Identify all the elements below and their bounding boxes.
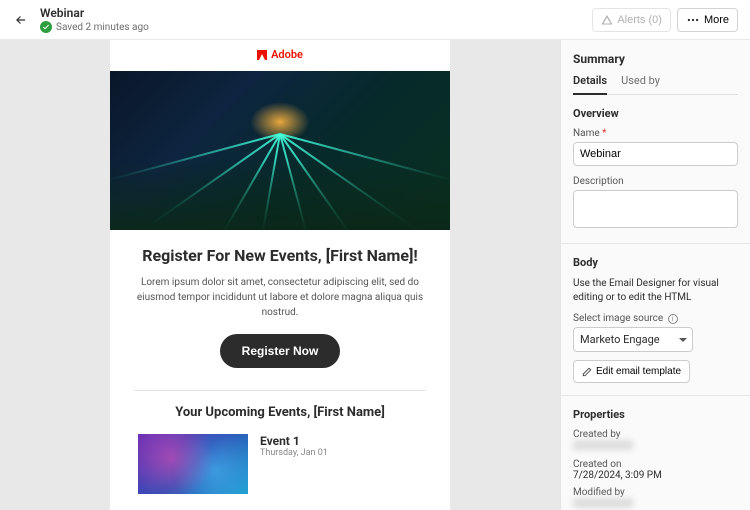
- hero-image: [110, 71, 450, 231]
- alerts-button[interactable]: Alerts (0): [592, 8, 671, 32]
- email-paragraph: Lorem ipsum dolor sit amet, consectetur …: [134, 275, 426, 320]
- info-icon[interactable]: i: [668, 314, 678, 324]
- adobe-icon: [257, 50, 267, 60]
- description-input[interactable]: [573, 190, 738, 228]
- summary-title: Summary: [573, 52, 738, 66]
- canvas-area: Adobe Register For New Events, [First Na…: [0, 40, 560, 510]
- panel-tabs: Details Used by: [573, 74, 738, 95]
- description-field: Description: [573, 176, 738, 231]
- check-icon: [40, 21, 52, 33]
- brand-text: Adobe: [271, 48, 303, 61]
- more-label: More: [704, 14, 729, 26]
- created-on-value: 7/28/2024, 3:09 PM: [573, 470, 738, 481]
- modified-by-label: Modified by: [573, 487, 738, 498]
- divider: [134, 390, 426, 391]
- event-row: Event 1 Thursday, Jan 01: [134, 434, 426, 494]
- main-layout: Adobe Register For New Events, [First Na…: [0, 40, 750, 510]
- image-source-select[interactable]: Marketo Engage: [573, 327, 693, 352]
- more-button[interactable]: More: [677, 8, 738, 32]
- edit-template-label: Edit email template: [596, 366, 681, 377]
- properties-title: Properties: [573, 408, 738, 421]
- body-helptext: Use the Email Designer for visual editin…: [573, 277, 738, 305]
- event-thumbnail: [138, 434, 248, 494]
- upcoming-heading: Your Upcoming Events, [First Name]: [134, 405, 426, 420]
- email-headline: Register For New Events, [First Name]!: [134, 246, 426, 265]
- name-input[interactable]: [573, 142, 738, 166]
- created-by-label: Created by: [573, 429, 738, 440]
- more-icon: [686, 13, 700, 27]
- back-icon[interactable]: [12, 11, 30, 29]
- separator: [561, 243, 750, 244]
- overview-title: Overview: [573, 107, 738, 120]
- email-body: Register For New Events, [First Name]! L…: [110, 230, 450, 510]
- save-status: Saved 2 minutes ago: [40, 21, 582, 33]
- separator-2: [561, 395, 750, 396]
- created-by-value: [573, 440, 738, 453]
- description-label: Description: [573, 176, 738, 187]
- body-title: Body: [573, 256, 738, 269]
- register-button[interactable]: Register Now: [220, 334, 341, 368]
- right-panel: Summary Details Used by Overview Name De…: [560, 40, 750, 510]
- event-info: Event 1 Thursday, Jan 01: [260, 434, 328, 494]
- event-title: Event 1: [260, 434, 328, 448]
- page-title: Webinar: [40, 6, 582, 20]
- title-block: Webinar Saved 2 minutes ago: [40, 6, 582, 33]
- app-header: Webinar Saved 2 minutes ago Alerts (0) M…: [0, 0, 750, 40]
- email-preview: Adobe Register For New Events, [First Na…: [110, 40, 450, 510]
- created-on-label: Created on: [573, 459, 738, 470]
- tab-usedby[interactable]: Used by: [621, 74, 660, 94]
- brand-row: Adobe: [110, 40, 450, 71]
- edit-template-button[interactable]: Edit email template: [573, 360, 690, 383]
- alerts-label: Alerts (0): [617, 14, 662, 26]
- image-source-label: Select image source i: [573, 313, 738, 324]
- modified-by-value: [573, 498, 738, 510]
- pencil-icon: [582, 367, 592, 377]
- header-actions: Alerts (0) More: [592, 8, 738, 32]
- tab-details[interactable]: Details: [573, 74, 607, 95]
- name-label: Name: [573, 128, 738, 139]
- brand-logo: Adobe: [257, 48, 303, 61]
- image-source-value: Marketo Engage: [573, 327, 693, 352]
- save-status-text: Saved 2 minutes ago: [56, 22, 149, 33]
- alert-icon: [601, 14, 613, 26]
- event-date: Thursday, Jan 01: [260, 448, 328, 458]
- name-field: Name: [573, 128, 738, 166]
